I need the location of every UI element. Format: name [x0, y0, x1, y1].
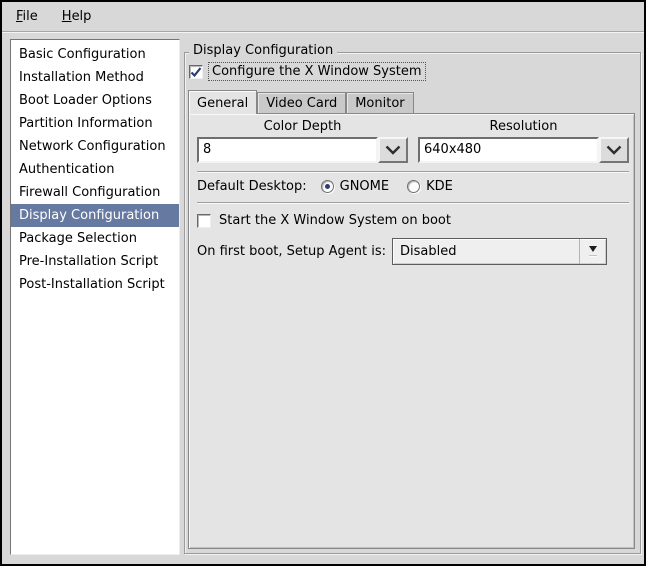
sidebar-item-firewall-configuration[interactable]: Firewall Configuration: [11, 181, 179, 204]
gnome-radio-label[interactable]: GNOME: [340, 179, 389, 194]
configure-x-label[interactable]: Configure the X Window System: [208, 62, 426, 81]
sidebar-item-basic-configuration[interactable]: Basic Configuration: [11, 43, 179, 66]
dropdown-arrow-icon[interactable]: [579, 239, 606, 264]
resolution-dropdown-button[interactable]: [599, 137, 629, 163]
general-tab-page: Color Depth 8 Resolution 640x480 Default…: [188, 113, 635, 549]
arrow-triangle: [589, 246, 598, 252]
chevron-down-icon: [606, 145, 622, 155]
tab-monitor[interactable]: Monitor: [346, 92, 414, 113]
sidebar-item-pre-installation-script[interactable]: Pre-Installation Script: [11, 250, 179, 273]
resolution-select[interactable]: 640x480: [418, 137, 629, 163]
menu-file-label: ile: [22, 9, 38, 24]
sidebar-item-display-configuration[interactable]: Display Configuration: [11, 204, 179, 227]
menubar: File Help: [2, 2, 644, 32]
menu-help-accel: H: [61, 9, 72, 24]
default-desktop-label: Default Desktop:: [197, 179, 307, 194]
color-depth-group: Color Depth 8: [197, 116, 408, 163]
sidebar-item-partition-information[interactable]: Partition Information: [11, 112, 179, 135]
setup-agent-value: Disabled: [400, 244, 457, 259]
category-list: Basic Configuration Installation Method …: [10, 39, 180, 555]
sidebar-item-network-configuration[interactable]: Network Configuration: [11, 135, 179, 158]
kde-radio-label[interactable]: KDE: [426, 179, 453, 194]
tab-video-card[interactable]: Video Card: [257, 92, 347, 113]
check-icon: [190, 66, 202, 77]
sidebar-item-package-selection[interactable]: Package Selection: [11, 227, 179, 250]
configure-x-checkbox[interactable]: [189, 64, 203, 79]
sidebar-item-installation-method[interactable]: Installation Method: [11, 66, 179, 89]
sidebar-item-boot-loader-options[interactable]: Boot Loader Options: [11, 89, 179, 112]
setup-agent-label: On first boot, Setup Agent is:: [197, 244, 387, 259]
menu-file[interactable]: File: [9, 6, 45, 27]
color-depth-select[interactable]: 8: [197, 137, 408, 163]
resolution-label: Resolution: [489, 119, 558, 134]
sidebar-item-authentication[interactable]: Authentication: [11, 158, 179, 181]
display-configuration-frame: Display Configuration Configure the X Wi…: [184, 43, 641, 554]
gnome-radio[interactable]: [320, 180, 334, 193]
arrow-dash: [589, 255, 598, 257]
separator: [197, 202, 629, 204]
frame-title: Display Configuration: [189, 43, 338, 58]
color-depth-value[interactable]: 8: [197, 137, 378, 163]
chevron-down-icon: [385, 145, 401, 155]
start-x-row: Start the X Window System on boot: [197, 213, 629, 228]
separator: [197, 171, 629, 173]
tab-general[interactable]: General: [188, 90, 258, 114]
menu-help-label: elp: [71, 9, 92, 24]
default-desktop-row: Default Desktop: GNOME KDE: [197, 179, 629, 194]
sidebar-item-post-installation-script[interactable]: Post-Installation Script: [11, 273, 179, 296]
color-depth-dropdown-button[interactable]: [378, 137, 408, 163]
start-x-label[interactable]: Start the X Window System on boot: [219, 213, 451, 228]
kickstart-configurator-window: File Help Basic Configuration Installati…: [0, 0, 646, 566]
resolution-group: Resolution 640x480: [418, 116, 629, 163]
setup-agent-select[interactable]: Disabled: [392, 238, 608, 265]
color-depth-label: Color Depth: [263, 119, 342, 134]
setup-agent-row: On first boot, Setup Agent is: Disabled: [197, 238, 629, 265]
tab-bar: General Video Card Monitor: [188, 89, 635, 114]
configure-x-row: Configure the X Window System: [189, 62, 426, 81]
menu-help[interactable]: Help: [55, 6, 99, 27]
kde-radio[interactable]: [407, 180, 421, 193]
combo-row: Color Depth 8 Resolution 640x480: [197, 116, 629, 163]
resolution-value[interactable]: 640x480: [418, 137, 599, 163]
display-notebook: General Video Card Monitor Color Depth 8: [188, 89, 635, 549]
start-x-checkbox[interactable]: [197, 213, 211, 228]
